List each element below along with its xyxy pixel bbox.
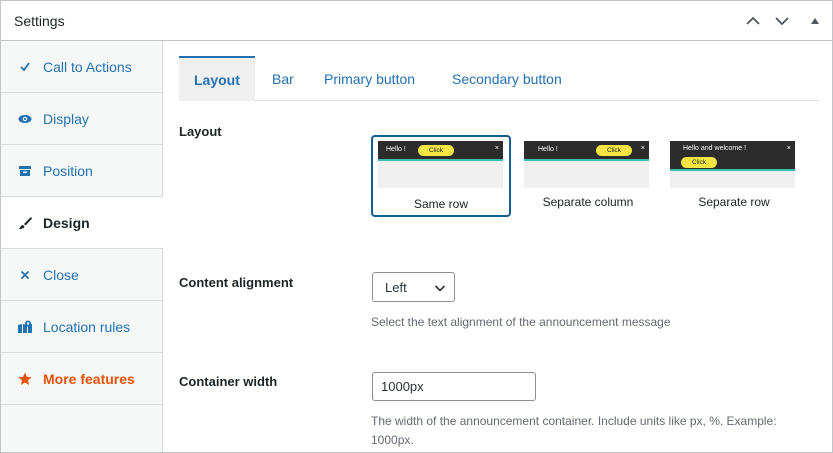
preview-button: Click	[596, 145, 632, 156]
preview-text: Hello !	[386, 146, 406, 153]
container-width-input[interactable]	[372, 372, 536, 401]
sidebar-item-label: Display	[43, 110, 89, 127]
content-alignment-help: Select the text alignment of the announc…	[371, 315, 671, 329]
tab-layout[interactable]: Layout	[179, 56, 255, 101]
sidebar-item-label: Location rules	[43, 318, 131, 335]
layout-option-separate-row[interactable]: Hello and welcome ! Click × Separate row	[664, 135, 804, 217]
layout-option-caption: Separate row	[698, 195, 770, 209]
star-icon	[17, 371, 33, 387]
sidebar-item-label: More features	[43, 370, 135, 387]
move-up-button[interactable]	[741, 9, 765, 33]
preview-bar: Hello ! Click ×	[524, 141, 649, 161]
tab-bar[interactable]: Bar	[272, 56, 294, 101]
layout-preview: Hello and welcome ! Click ×	[670, 141, 795, 188]
caret-up-icon	[811, 18, 819, 24]
preview-text: Hello and welcome !	[683, 145, 747, 152]
collapse-toggle-button[interactable]	[803, 9, 827, 33]
preview-bar: Hello ! Click ×	[378, 141, 503, 161]
layout-label: Layout	[179, 124, 222, 139]
preview-text: Hello !	[538, 146, 558, 153]
tab-primary-button[interactable]: Primary button	[324, 56, 415, 101]
sidebar-item-design[interactable]: Design	[1, 197, 163, 249]
sidebar-item-label: Call to Actions	[43, 58, 132, 75]
preview-close-icon: ×	[640, 145, 645, 152]
layout-option-caption: Separate column	[542, 195, 634, 209]
design-tabs: Layout Bar Primary button Secondary butt…	[179, 56, 819, 101]
brush-icon	[17, 215, 33, 231]
layout-preview: Hello ! Click ×	[524, 141, 649, 188]
content-alignment-label: Content alignment	[179, 275, 294, 290]
container-width-help-line1: The width of the announcement container.…	[371, 414, 777, 428]
settings-panel: Settings Call to Actions Display Positio…	[0, 0, 833, 453]
preview-button: Click	[681, 157, 717, 168]
sidebar-item-more-features[interactable]: More features	[1, 353, 163, 405]
sidebar-item-location-rules[interactable]: Location rules	[1, 301, 163, 353]
preview-button: Click	[418, 145, 454, 156]
sidebar-item-label: Design	[43, 214, 90, 231]
move-down-button[interactable]	[770, 9, 794, 33]
tab-secondary-button[interactable]: Secondary button	[452, 56, 562, 101]
sidebar-item-close[interactable]: Close	[1, 249, 163, 301]
sidebar-item-display[interactable]: Display	[1, 93, 163, 145]
archive-icon	[17, 163, 33, 179]
container-width-help-line2: 1000px.	[371, 433, 414, 447]
preview-bar: Hello and welcome ! Click ×	[670, 141, 795, 171]
chevron-up-icon	[746, 16, 760, 25]
eye-icon	[17, 111, 33, 127]
close-icon	[17, 267, 33, 283]
sidebar-item-label: Position	[43, 162, 93, 179]
panel-header: Settings	[1, 1, 832, 41]
container-width-label: Container width	[179, 374, 278, 389]
settings-sidebar: Call to Actions Display Position Design …	[1, 41, 163, 452]
layout-option-same-row[interactable]: Hello ! Click × Same row	[371, 135, 511, 217]
sidebar-item-call-to-actions[interactable]: Call to Actions	[1, 41, 163, 93]
layout-option-caption: Same row	[413, 197, 469, 211]
select-value: Left	[385, 279, 407, 295]
layout-preview: Hello ! Click ×	[378, 141, 503, 188]
location-icon	[17, 319, 33, 335]
sidebar-item-position[interactable]: Position	[1, 145, 163, 197]
panel-title: Settings	[14, 13, 65, 29]
layout-option-separate-column[interactable]: Hello ! Click × Separate column	[518, 135, 658, 217]
design-content: Layout Bar Primary button Secondary butt…	[164, 41, 832, 452]
preview-close-icon: ×	[494, 145, 499, 152]
chevron-down-icon	[775, 17, 789, 26]
checkmark-icon	[17, 59, 33, 75]
content-alignment-select[interactable]: Left	[372, 272, 455, 302]
sidebar-item-label: Close	[43, 266, 79, 283]
chevron-down-icon	[434, 285, 446, 292]
preview-close-icon: ×	[786, 145, 791, 152]
